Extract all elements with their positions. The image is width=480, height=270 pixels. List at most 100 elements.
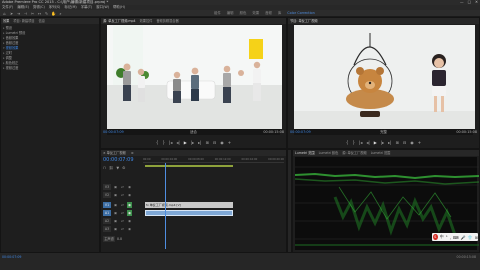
disclosure-triangle-icon[interactable]: ▸ (3, 31, 5, 35)
ime-lang-toggle[interactable]: 中 (440, 234, 444, 240)
prog-mark-out-button[interactable]: } (352, 139, 355, 147)
disclosure-triangle-icon[interactable]: ▸ (3, 41, 5, 45)
go-to-out-button[interactable]: ▸| (198, 139, 201, 147)
tab-info[interactable]: 信息 (39, 18, 45, 24)
ime-logo[interactable]: S (433, 234, 438, 240)
workspace-tab-color-correction[interactable]: Color Correction (287, 10, 314, 17)
skin-icon[interactable]: 👕 (468, 235, 473, 240)
tab-project[interactable]: 项目: 新建项目 (13, 18, 34, 24)
track-target-button[interactable]: V3 (103, 184, 111, 190)
insert-button[interactable]: ⊞ (206, 139, 209, 147)
home-icon[interactable]: ⌂ (2, 11, 7, 16)
track-target-button[interactable]: A3 (103, 226, 111, 232)
track-select-icon[interactable]: ⇥ (16, 11, 21, 16)
sync-icon[interactable]: ⇄ (120, 192, 125, 198)
lock-icon[interactable]: ▣ (113, 192, 118, 198)
zoom-icon[interactable]: ⌕ (58, 11, 63, 16)
disclosure-triangle-icon[interactable]: ▸ (3, 26, 5, 30)
prog-go-to-out-button[interactable]: ▸| (388, 139, 391, 147)
tab-effects[interactable]: 效果 (3, 18, 9, 24)
play-button[interactable]: ▶ (184, 139, 187, 147)
prog-add-button[interactable]: + (418, 139, 421, 147)
lock-icon[interactable]: ▣ (113, 210, 118, 216)
link-icon[interactable]: ⛓ (109, 166, 114, 170)
tab-effect-controls[interactable]: 效果控件 (140, 18, 153, 24)
workspace-tab-audio[interactable]: 音频 (265, 10, 272, 17)
audio-clip[interactable] (145, 210, 233, 216)
sync-icon[interactable]: ⇄ (120, 210, 125, 216)
prog-play-button[interactable]: ▶ (374, 139, 377, 147)
track-target-button[interactable]: V1 (103, 202, 111, 208)
eye-icon[interactable]: ◉ (127, 184, 132, 190)
sync-icon[interactable]: ⇄ (120, 218, 125, 224)
disclosure-triangle-icon[interactable]: ▸ (3, 51, 5, 55)
program-video-frame[interactable] (294, 25, 475, 135)
tab-scopes-source[interactable]: 源: 单反工厂视频 (342, 150, 366, 156)
keyboard-icon[interactable]: ⌨ (453, 235, 459, 240)
eye-icon[interactable]: ◉ (127, 192, 132, 198)
wrench-icon[interactable]: ⚙ (122, 166, 125, 170)
lock-icon[interactable]: ▣ (113, 202, 118, 208)
overwrite-button[interactable]: ⊟ (213, 139, 216, 147)
lock-icon[interactable]: ▣ (113, 218, 118, 224)
prog-go-to-in-button[interactable]: |◂ (359, 139, 362, 147)
ripple-edit-icon[interactable]: ⊣ (23, 11, 28, 16)
select-tool-icon[interactable]: ➤ (9, 11, 14, 16)
program-timecode[interactable]: 00:00:07:09 (290, 129, 311, 136)
ime-punct-icon[interactable]: , (450, 235, 451, 240)
workspace-tab-color[interactable]: 颜色 (240, 10, 247, 17)
workspace-tab-editing[interactable]: 编辑 (227, 10, 234, 17)
work-area-bar[interactable] (145, 165, 233, 167)
effects-tree-item[interactable]: ▸ 视频过渡 (3, 66, 97, 71)
timeline-timecode[interactable]: 00:00:07:09 (103, 157, 134, 163)
source-timecode[interactable]: 00:00:07:09 (103, 129, 124, 136)
sync-icon[interactable]: ⇄ (120, 202, 125, 208)
program-zoom-select[interactable]: 完整 (380, 129, 387, 136)
grid-icon[interactable]: ⊞ (475, 235, 478, 240)
snap-icon[interactable]: ⊓ (103, 166, 106, 170)
slip-icon[interactable]: ↔ (37, 11, 42, 16)
disclosure-triangle-icon[interactable]: ▸ (3, 56, 5, 60)
tab-sequence[interactable]: × 单反工厂视频 (103, 150, 126, 156)
tab-lumetri-scopes-2[interactable]: Lumetri 范围 (371, 150, 391, 156)
lift-button[interactable]: ⊞ (396, 139, 399, 147)
workspace-tab-assembly[interactable]: 组件 (214, 10, 221, 17)
source-zoom-select[interactable]: 适合 (190, 129, 197, 136)
razor-icon[interactable]: ✂ (30, 11, 35, 16)
workspace-tab-effects[interactable]: 效果 (252, 10, 259, 17)
tab-source[interactable]: 源: 单反工厂视频.mp4 (103, 18, 136, 24)
disclosure-triangle-icon[interactable]: ▸ (3, 61, 5, 65)
disclosure-triangle-icon[interactable]: ▸ (3, 36, 5, 40)
mark-out-button[interactable]: } (162, 139, 165, 147)
step-forward-button[interactable]: |▸ (191, 139, 194, 147)
step-back-button[interactable]: ◂| (176, 139, 179, 147)
export-frame-button[interactable]: ◉ (220, 139, 224, 147)
prog-export-frame-button[interactable]: ◉ (410, 139, 414, 147)
source-video-frame[interactable] (107, 25, 282, 135)
track-target-button[interactable]: A2 (103, 218, 111, 224)
disclosure-triangle-icon[interactable]: ▾ (3, 46, 5, 50)
lock-icon[interactable]: ▣ (113, 184, 118, 190)
marker-icon[interactable]: ▼ (116, 166, 119, 170)
prog-step-forward-button[interactable]: |▸ (381, 139, 384, 147)
go-to-in-button[interactable]: |◂ (169, 139, 172, 147)
sync-icon[interactable]: ⇄ (120, 184, 125, 190)
eye-icon[interactable]: ◉ (127, 218, 132, 224)
track-target-button[interactable]: A1 (103, 210, 111, 216)
microphone-icon[interactable]: 🎤 (461, 235, 466, 240)
master-volume[interactable]: 0.0 (117, 236, 122, 242)
playhead[interactable] (165, 163, 166, 249)
eye-icon[interactable]: ◉ (127, 202, 132, 208)
timeline-menu-icon[interactable]: ≡ (131, 150, 134, 156)
ime-degree-icon[interactable]: ° (446, 235, 448, 240)
tab-program[interactable]: 节目: 单反工厂视频 (290, 18, 318, 24)
hand-icon[interactable]: ✋ (51, 11, 56, 16)
video-clip[interactable]: fx 单反工厂视频.mp4 [V] (145, 202, 233, 208)
eye-icon[interactable]: ◉ (127, 226, 132, 232)
add-button[interactable]: + (228, 139, 231, 147)
lock-icon[interactable]: ▣ (113, 226, 118, 232)
track-target-button[interactable]: V2 (103, 192, 111, 198)
sync-icon[interactable]: ⇄ (120, 226, 125, 232)
tab-lumetri-color[interactable]: Lumetri 颜色 (319, 150, 339, 156)
tab-audio-mixer[interactable]: 音频剪辑混合器 (156, 18, 178, 24)
